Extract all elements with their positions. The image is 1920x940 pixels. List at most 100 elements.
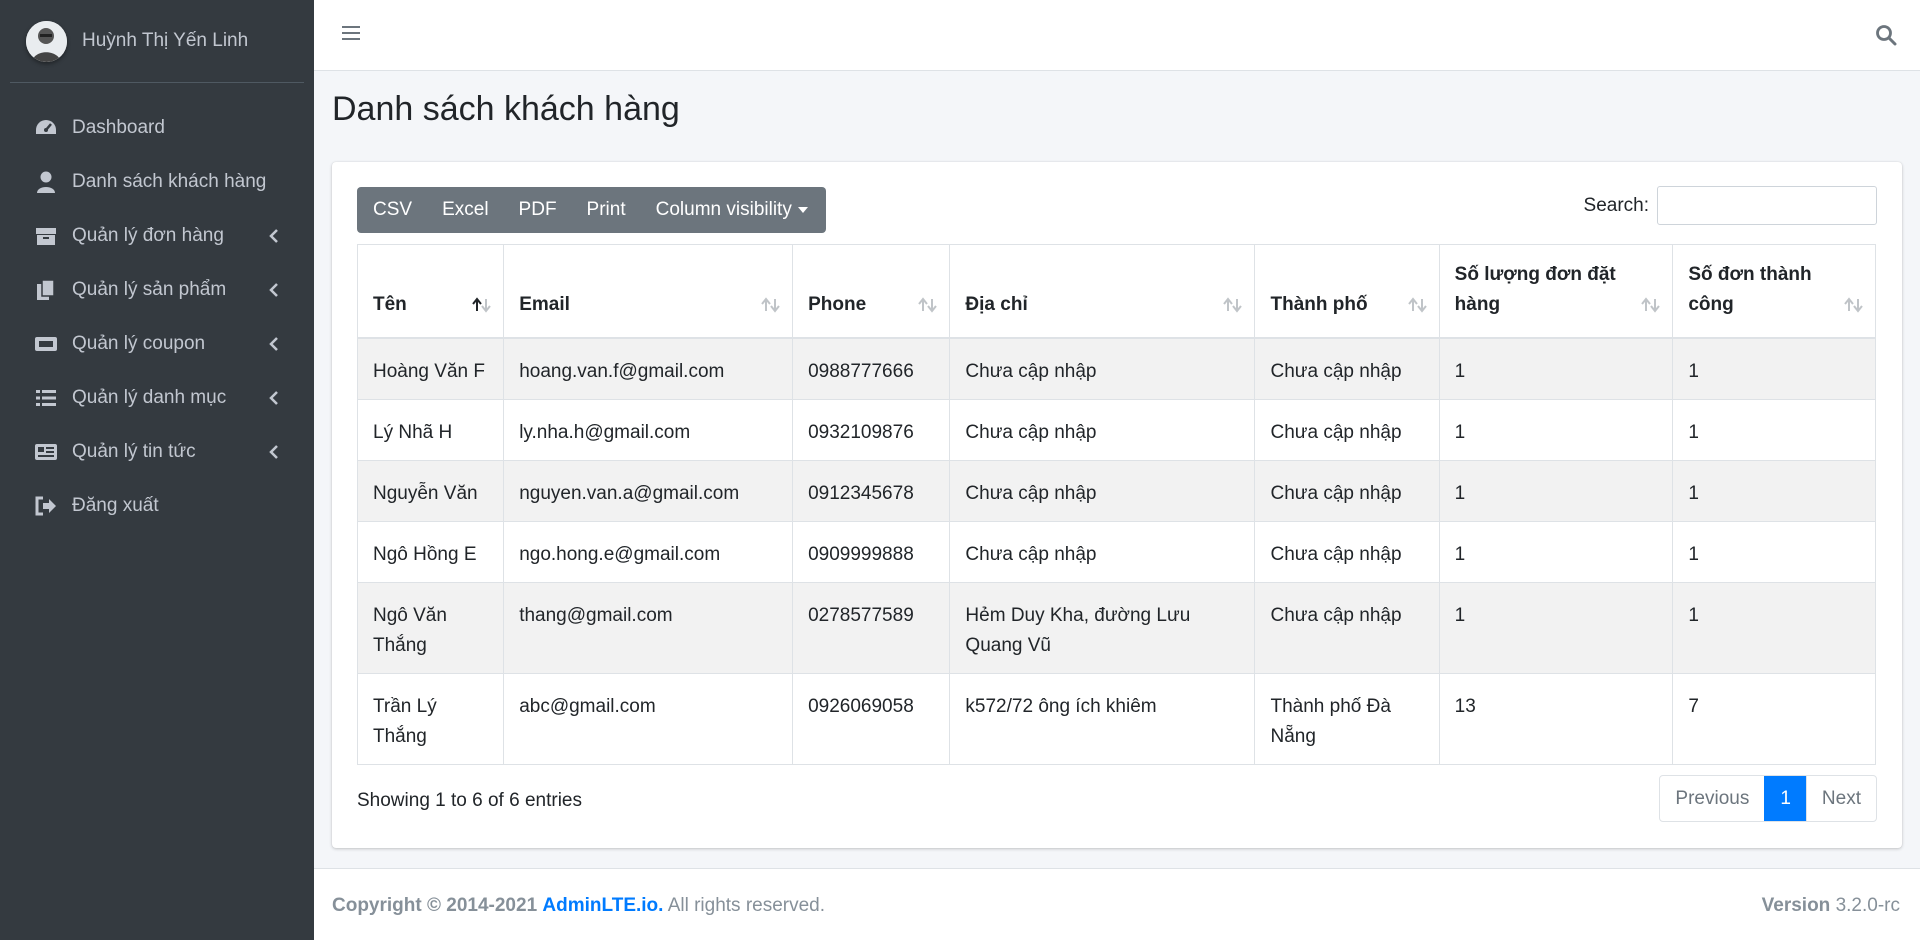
table-row[interactable]: Hoàng Văn F hoang.van.f@gmail.com 098877… (356, 337, 1876, 400)
column-visibility-button[interactable]: Column visibility (641, 187, 826, 233)
cell-email: hoang.van.f@gmail.com (503, 337, 794, 400)
pagination: Previous 1 Next (1659, 775, 1877, 822)
column-header-label: Thành phố (1270, 293, 1368, 315)
newspaper-icon (34, 440, 58, 464)
sidebar-item-products[interactable]: Quản lý sản phẩm (10, 265, 304, 315)
cell-email: nguyen.van.a@gmail.com (503, 459, 794, 522)
cell-email: abc@gmail.com (503, 672, 794, 765)
cell-city: Chưa cập nhập (1254, 398, 1440, 461)
excel-button[interactable]: Excel (427, 187, 503, 233)
list-icon (34, 386, 58, 410)
sidebar-item-customers[interactable]: Danh sách khách hàng (10, 157, 304, 207)
cell-order-count: 1 (1438, 337, 1674, 400)
sidebar-item-orders[interactable]: Quản lý đơn hàng (10, 211, 304, 261)
column-header-order-count[interactable]: Số lượng đơn đặt hàng (1438, 244, 1674, 339)
table-header-row: Tên Email Phone Địa chỉ Thành phố Số lượ… (356, 244, 1876, 339)
sort-icon (761, 296, 780, 313)
previous-page-button[interactable]: Previous (1660, 776, 1764, 821)
search-label: Search: (1583, 194, 1649, 216)
user-icon (34, 170, 58, 194)
user-panel[interactable]: Huỳnh Thị Yến Linh (10, 0, 304, 83)
sort-icon (1641, 296, 1661, 313)
box-icon (34, 224, 58, 248)
column-visibility-label: Column visibility (655, 199, 792, 220)
column-header-name[interactable]: Tên (356, 244, 505, 339)
column-header-label: Số đơn thành công (1688, 263, 1812, 315)
table-row[interactable]: Ngô Văn Thắng thang@gmail.com 0278577589… (356, 581, 1876, 674)
sidebar-item-label: Quản lý coupon (72, 333, 206, 354)
cell-city: Chưa cập nhập (1254, 581, 1440, 674)
column-header-city[interactable]: Thành phố (1254, 244, 1440, 339)
sidebar-item-news[interactable]: Quản lý tin tức (10, 427, 304, 477)
chevron-left-icon (268, 283, 280, 297)
customers-table: Tên Email Phone Địa chỉ Thành phố Số lượ… (356, 244, 1876, 765)
sidebar-item-label: Quản lý danh mục (72, 387, 227, 408)
sort-icon (1407, 296, 1427, 313)
cell-order-count: 1 (1438, 398, 1674, 461)
page-1-button[interactable]: 1 (1764, 776, 1806, 821)
footer-copyright: Copyright © 2014-2021 AdminLTE.io. All r… (332, 895, 825, 917)
column-header-email[interactable]: Email (503, 244, 794, 339)
cell-success-count: 1 (1672, 520, 1876, 583)
cell-phone: 0912345678 (792, 459, 951, 522)
cell-name: Lý Nhã H (356, 398, 505, 461)
column-header-phone[interactable]: Phone (792, 244, 951, 339)
sidebar-item-label: Quản lý đơn hàng (72, 225, 224, 246)
chevron-left-icon (268, 391, 280, 405)
cell-name: Trần Lý Thắng (356, 672, 505, 765)
table-row[interactable]: Ngô Hồng E ngo.hong.e@gmail.com 09099998… (356, 520, 1876, 583)
page-title: Danh sách khách hàng (332, 90, 680, 128)
cell-city: Thành phố Đà Nẵng (1254, 672, 1440, 765)
table-row[interactable]: Nguyễn Văn nguyen.van.a@gmail.com 091234… (356, 459, 1876, 522)
sidebar-item-categories[interactable]: Quản lý danh mục (10, 373, 304, 423)
cell-phone: 0278577589 (792, 581, 951, 674)
footer: Copyright © 2014-2021 AdminLTE.io. All r… (314, 868, 1920, 940)
cell-name: Nguyễn Văn (356, 459, 505, 522)
sidebar-item-logout[interactable]: Đăng xuất (10, 481, 304, 531)
cell-order-count: 1 (1438, 520, 1674, 583)
sidebar-item-label: Đăng xuất (72, 495, 159, 516)
print-button[interactable]: Print (572, 187, 641, 233)
hamburger-menu-icon[interactable] (342, 24, 360, 42)
user-name[interactable]: Huỳnh Thị Yến Linh (82, 30, 248, 52)
sidebar-item-dashboard[interactable]: Dashboard (10, 103, 304, 153)
cell-phone: 0909999888 (792, 520, 951, 583)
cell-success-count: 1 (1672, 459, 1876, 522)
top-navbar (314, 0, 1920, 71)
sidebar-item-label: Danh sách khách hàng (72, 171, 267, 192)
cell-name: Hoàng Văn F (356, 337, 505, 400)
avatar[interactable] (26, 20, 67, 62)
version-label: Version (1761, 895, 1831, 916)
cell-name: Ngô Hồng E (356, 520, 505, 583)
cell-email: ly.nha.h@gmail.com (503, 398, 794, 461)
brand-link[interactable]: AdminLTE.io. (542, 895, 663, 916)
cell-address: Chưa cập nhập (949, 398, 1256, 461)
next-page-button[interactable]: Next (1805, 776, 1876, 821)
table-row[interactable]: Trần Lý Thắng abc@gmail.com 0926069058 k… (356, 672, 1876, 765)
customers-card: CSV Excel PDF Print Column visibility Se… (332, 162, 1902, 848)
footer-version: Version 3.2.0-rc (1762, 895, 1900, 917)
column-header-label: Số lượng đơn đặt hàng (1454, 263, 1616, 315)
sidebar: Huỳnh Thị Yến Linh Dashboard Danh sách k… (0, 0, 314, 940)
copy-icon (34, 278, 58, 302)
column-header-address[interactable]: Địa chỉ (949, 244, 1256, 339)
search-icon[interactable] (1875, 24, 1897, 46)
cell-city: Chưa cập nhập (1254, 459, 1440, 522)
cell-name: Ngô Văn Thắng (356, 581, 505, 674)
rights-text: All rights reserved. (667, 895, 826, 916)
cell-city: Chưa cập nhập (1254, 520, 1440, 583)
column-header-success-count[interactable]: Số đơn thành công (1672, 244, 1876, 339)
search-input[interactable] (1657, 186, 1877, 225)
sidebar-item-coupons[interactable]: Quản lý coupon (10, 319, 304, 369)
cell-address: Chưa cập nhập (949, 520, 1256, 583)
cell-success-count: 1 (1672, 398, 1876, 461)
cell-email: thang@gmail.com (503, 581, 794, 674)
cell-email: ngo.hong.e@gmail.com (503, 520, 794, 583)
chevron-left-icon (268, 337, 280, 351)
column-header-label: Phone (808, 293, 867, 315)
pdf-button[interactable]: PDF (504, 187, 572, 233)
cell-order-count: 1 (1438, 581, 1674, 674)
table-row[interactable]: Lý Nhã H ly.nha.h@gmail.com 0932109876 C… (356, 398, 1876, 461)
csv-button[interactable]: CSV (357, 187, 427, 233)
tachometer-icon (34, 116, 58, 140)
